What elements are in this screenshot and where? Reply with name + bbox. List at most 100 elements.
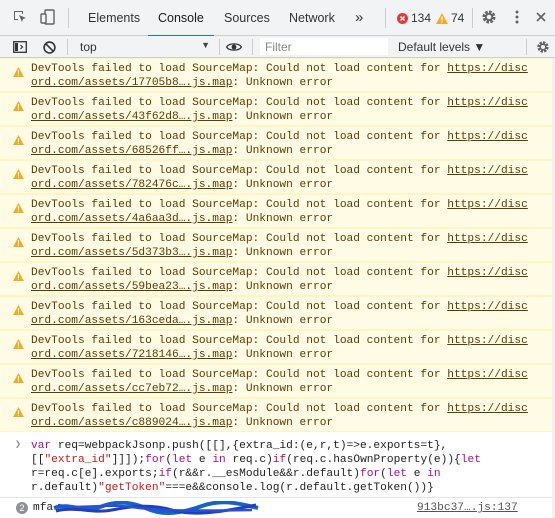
warning-text: DevTools failed to load SourceMap: Could… xyxy=(31,301,448,313)
settings-gear-icon[interactable] xyxy=(478,6,500,28)
more-tabs-button[interactable]: » xyxy=(355,0,363,36)
warning-suffix: : Unknown error xyxy=(232,145,334,157)
errors-badge[interactable]: 134 xyxy=(397,0,431,36)
divider xyxy=(68,8,69,28)
warning-suffix: : Unknown error xyxy=(232,383,334,395)
warnings-badge[interactable]: 74 xyxy=(436,0,464,36)
console-warning-message: DevTools failed to load SourceMap: Could… xyxy=(0,160,555,194)
context-select[interactable]: top ▼ xyxy=(74,37,214,56)
source-map-link[interactable]: https://disc xyxy=(447,369,528,381)
source-map-link[interactable]: https://disc xyxy=(447,335,528,347)
tab-console[interactable]: Console xyxy=(148,0,214,37)
warning-text-line2: ord.com/assets/68526ff….js.map: Unknown … xyxy=(31,144,333,158)
warning-suffix: : Unknown error xyxy=(232,315,334,327)
errors-count: 134 xyxy=(411,11,432,25)
source-map-link[interactable]: https://disc xyxy=(447,403,528,415)
tab-sources[interactable]: Sources xyxy=(224,0,270,36)
console-warning-message: DevTools failed to load SourceMap: Could… xyxy=(0,262,555,296)
source-map-link[interactable]: ord.com/assets/163ceda….js.map xyxy=(31,315,232,327)
devtools-tab-bar: Elements Console Sources Network » 134 7… xyxy=(0,0,555,37)
console-warning-message: DevTools failed to load SourceMap: Could… xyxy=(0,58,555,92)
warning-text-line2: ord.com/assets/17705b8….js.map: Unknown … xyxy=(31,76,333,90)
warning-text-line2: ord.com/assets/5d373b3….js.map: Unknown … xyxy=(31,246,333,260)
source-map-link[interactable]: ord.com/assets/59bea23….js.map xyxy=(31,281,232,293)
close-icon[interactable] xyxy=(530,6,552,28)
warning-icon xyxy=(13,67,24,82)
warning-text: DevTools failed to load SourceMap: Could… xyxy=(31,369,448,381)
warning-text: DevTools failed to load SourceMap: Could… xyxy=(31,97,448,109)
warning-text-line1: DevTools failed to load SourceMap: Could… xyxy=(31,266,528,280)
source-map-link[interactable]: ord.com/assets/782476c….js.map xyxy=(31,179,232,191)
warning-text-line2: ord.com/assets/4a6aa3d….js.map: Unknown … xyxy=(31,212,333,226)
warning-icon xyxy=(13,305,24,320)
warning-text: DevTools failed to load SourceMap: Could… xyxy=(31,233,448,245)
error-icon xyxy=(397,12,408,24)
warning-icon xyxy=(13,101,24,116)
divider xyxy=(219,39,220,55)
warning-text: DevTools failed to load SourceMap: Could… xyxy=(31,63,448,75)
console-warning-message: DevTools failed to load SourceMap: Could… xyxy=(0,330,555,364)
warning-icon xyxy=(13,407,24,422)
log-levels-dropdown[interactable]: Default levels ▼ xyxy=(398,36,485,58)
warning-text-line1: DevTools failed to load SourceMap: Could… xyxy=(31,402,528,416)
console-warning-message: DevTools failed to load SourceMap: Could… xyxy=(0,228,555,262)
warning-text-line2: ord.com/assets/c889024….js.map: Unknown … xyxy=(31,416,333,430)
tab-network[interactable]: Network xyxy=(289,0,335,36)
source-map-link[interactable]: https://disc xyxy=(447,233,528,245)
source-map-link[interactable]: https://disc xyxy=(447,301,528,313)
source-map-link[interactable]: ord.com/assets/c889024….js.map xyxy=(31,417,232,429)
source-map-link[interactable]: https://disc xyxy=(447,63,528,75)
device-toolbar-icon[interactable] xyxy=(37,6,59,28)
divider xyxy=(526,39,527,55)
warning-suffix: : Unknown error xyxy=(232,111,334,123)
source-map-link[interactable]: ord.com/assets/7218146….js.map xyxy=(31,349,232,361)
warning-text-line2: ord.com/assets/43f62d8….js.map: Unknown … xyxy=(31,110,333,124)
source-map-link[interactable]: ord.com/assets/4a6aa3d….js.map xyxy=(31,213,232,225)
warning-text: DevTools failed to load SourceMap: Could… xyxy=(31,165,448,177)
warning-text-line1: DevTools failed to load SourceMap: Could… xyxy=(31,300,528,314)
tab-elements[interactable]: Elements xyxy=(88,0,140,36)
source-map-link[interactable]: ord.com/assets/5d373b3….js.map xyxy=(31,247,232,259)
warning-text-line1: DevTools failed to load SourceMap: Could… xyxy=(31,198,528,212)
source-map-link[interactable]: https://disc xyxy=(447,199,528,211)
warning-text: DevTools failed to load SourceMap: Could… xyxy=(31,335,448,347)
warning-icon xyxy=(13,271,24,286)
sidebar-toggle-icon[interactable] xyxy=(13,36,27,58)
warning-icon xyxy=(13,169,24,184)
warning-text: DevTools failed to load SourceMap: Could… xyxy=(31,199,448,211)
source-map-link[interactable]: https://disc xyxy=(447,97,528,109)
live-expression-eye-icon[interactable] xyxy=(226,36,242,58)
source-map-link[interactable]: ord.com/assets/43f62d8….js.map xyxy=(31,111,232,123)
warning-suffix: : Unknown error xyxy=(232,213,334,225)
warning-text-line2: ord.com/assets/cc7eb72….js.map: Unknown … xyxy=(31,382,333,396)
warning-text-line1: DevTools failed to load SourceMap: Could… xyxy=(31,164,528,178)
divider xyxy=(385,8,386,28)
warning-suffix: : Unknown error xyxy=(232,281,334,293)
console-warning-message: DevTools failed to load SourceMap: Could… xyxy=(0,296,555,330)
console-warning-message: DevTools failed to load SourceMap: Could… xyxy=(0,92,555,126)
source-map-link[interactable]: https://disc xyxy=(447,131,528,143)
source-map-link[interactable]: https://disc xyxy=(447,165,528,177)
source-map-link[interactable]: ord.com/assets/68526ff….js.map xyxy=(31,145,232,157)
warning-text-line1: DevTools failed to load SourceMap: Could… xyxy=(31,368,528,382)
context-value: top xyxy=(80,40,97,54)
kebab-menu-icon[interactable] xyxy=(506,6,528,28)
source-link[interactable]: 913bc37….js:137 xyxy=(417,498,518,518)
clear-console-icon[interactable] xyxy=(43,36,56,58)
source-map-link[interactable]: https://disc xyxy=(447,267,528,279)
source-map-link[interactable]: ord.com/assets/cc7eb72….js.map xyxy=(31,383,232,395)
warning-text: DevTools failed to load SourceMap: Could… xyxy=(31,267,448,279)
warning-icon xyxy=(13,237,24,252)
inspect-element-icon[interactable] xyxy=(9,6,31,28)
warning-icon xyxy=(436,12,448,24)
source-map-link[interactable]: ord.com/assets/17705b8….js.map xyxy=(31,77,232,89)
warning-text-line1: DevTools failed to load SourceMap: Could… xyxy=(31,96,528,110)
warning-icon xyxy=(13,339,24,354)
warning-icon xyxy=(13,135,24,150)
warning-text-line2: ord.com/assets/59bea23….js.map: Unknown … xyxy=(31,280,333,294)
console-settings-gear-icon[interactable] xyxy=(536,36,550,58)
filter-input[interactable] xyxy=(260,38,388,55)
warning-suffix: : Unknown error xyxy=(232,179,334,191)
warning-text: DevTools failed to load SourceMap: Could… xyxy=(31,131,448,143)
warning-text: DevTools failed to load SourceMap: Could… xyxy=(31,403,448,415)
